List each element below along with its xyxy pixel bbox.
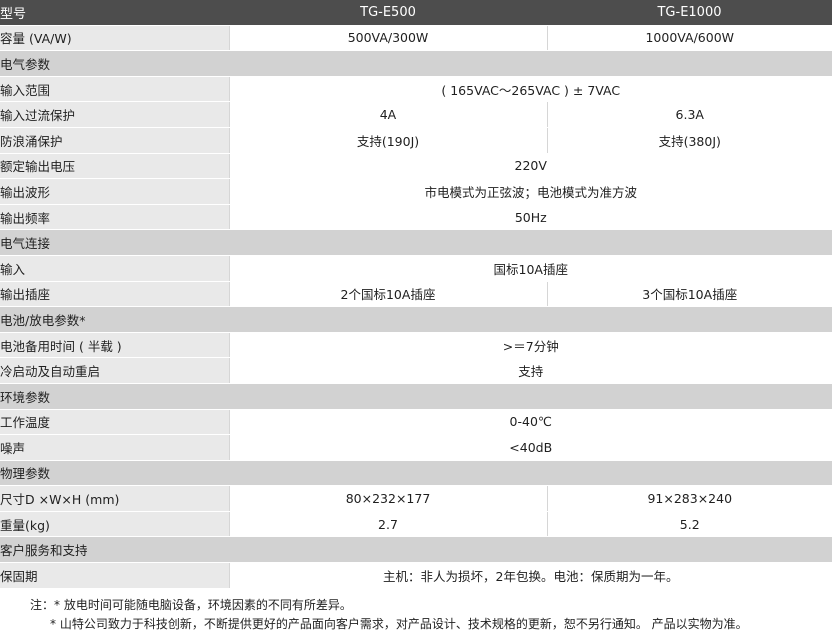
section-title: 客户服务和支持: [0, 536, 832, 564]
row-label: 容量 (VA/W): [0, 25, 229, 52]
row-label: 电池备用时间 ( 半载 ): [0, 332, 229, 359]
section-title: 物理参数: [0, 460, 832, 487]
table-row: 保固期 主机：非人为损坏，2年包换。电池：保质期为一年。: [0, 562, 832, 589]
value-model-b: 1000VA/600W: [546, 25, 832, 52]
value-model-a: 2.7: [228, 511, 547, 538]
model-b-header: TG-E1000: [547, 0, 832, 26]
footnote-line: 注：* 放电时间可能随电脑设备，环境因素的不同有所差异。: [30, 598, 352, 612]
value-model-b: 3个国标10A插座: [546, 281, 832, 308]
row-label: 冷启动及自动重启: [0, 357, 229, 384]
value-shared: >＝7分钟: [228, 332, 832, 359]
row-label: 尺寸D ×W×H (mm): [0, 485, 229, 512]
table-row: 输入 国标10A插座: [0, 255, 832, 282]
table-row: 输入范围 ( 165VAC～265VAC ) ± 7VAC: [0, 76, 832, 103]
row-label: 输入: [0, 255, 229, 282]
model-a-header: TG-E500: [229, 0, 547, 26]
row-label: 重量(kg): [0, 511, 229, 538]
value-model-a: 支持(190J): [228, 127, 547, 154]
section-row: 环境参数: [0, 383, 832, 410]
spec-table: 型号 TG-E500 TG-E1000 容量 (VA/W) 500VA/300W…: [0, 0, 832, 589]
value-shared: 220V: [228, 153, 832, 180]
value-shared: <40dB: [228, 434, 832, 461]
row-label: 工作温度: [0, 409, 229, 436]
value-model-a: 2个国标10A插座: [228, 281, 547, 308]
section-title: 电池/放电参数*: [0, 306, 832, 333]
section-row: 客户服务和支持: [0, 536, 832, 564]
table-row: 输出频率 50Hz: [0, 204, 832, 231]
row-label: 防浪涌保护: [0, 127, 229, 154]
row-label: 输出频率: [0, 204, 229, 231]
value-model-b: 6.3A: [546, 101, 832, 128]
row-label: 输入过流保护: [0, 101, 229, 128]
table-row: 输出插座 2个国标10A插座 3个国标10A插座: [0, 281, 832, 308]
table-row: 重量(kg) 2.7 5.2: [0, 511, 832, 538]
section-row: 电池/放电参数*: [0, 306, 832, 333]
table-row: 输入过流保护 4A 6.3A: [0, 101, 832, 128]
table-row: 尺寸D ×W×H (mm) 80×232×177 91×283×240: [0, 485, 832, 512]
section-row: 电气参数: [0, 50, 832, 77]
section-title: 电气连接: [0, 229, 832, 256]
row-label: 额定输出电压: [0, 153, 229, 180]
row-label: 输入范围: [0, 76, 229, 103]
value-shared: 0-40℃: [228, 409, 832, 436]
table-row: 防浪涌保护 支持(190J) 支持(380J): [0, 127, 832, 154]
value-shared: 50Hz: [228, 204, 832, 231]
footnotes: 注：* 放电时间可能随电脑设备，环境因素的不同有所差异。 * 山特公司致力于科技…: [0, 596, 832, 634]
value-model-b: 支持(380J): [546, 127, 832, 154]
value-shared: 支持: [228, 357, 832, 384]
value-shared: 市电模式为正弦波；电池模式为准方波: [228, 178, 832, 205]
table-header-row: 型号 TG-E500 TG-E1000: [0, 0, 832, 26]
value-model-a: 500VA/300W: [228, 25, 547, 52]
table-row: 工作温度 0-40℃: [0, 409, 832, 436]
header-label: 型号: [0, 0, 229, 26]
value-model-b: 91×283×240: [546, 485, 832, 512]
row-label: 输出插座: [0, 281, 229, 308]
value-model-b: 5.2: [546, 511, 832, 538]
table-row: 容量 (VA/W) 500VA/300W 1000VA/600W: [0, 25, 832, 52]
footnote-line: * 山特公司致力于科技创新，不断提供更好的产品面向客户需求，对产品设计、技术规格…: [50, 617, 748, 631]
value-shared: 主机：非人为损坏，2年包换。电池：保质期为一年。: [228, 562, 832, 589]
section-row: 电气连接: [0, 229, 832, 256]
table-row: 输出波形 市电模式为正弦波；电池模式为准方波: [0, 178, 832, 205]
row-label: 输出波形: [0, 178, 229, 205]
table-row: 冷启动及自动重启 支持: [0, 357, 832, 384]
table-row: 噪声 <40dB: [0, 434, 832, 461]
value-model-a: 4A: [228, 101, 547, 128]
row-label: 噪声: [0, 434, 229, 461]
value-model-a: 80×232×177: [228, 485, 547, 512]
table-row: 额定输出电压 220V: [0, 153, 832, 180]
section-title: 电气参数: [0, 50, 832, 77]
section-title: 环境参数: [0, 383, 832, 410]
section-row: 物理参数: [0, 460, 832, 487]
table-row: 电池备用时间 ( 半载 ) >＝7分钟: [0, 332, 832, 359]
value-shared: ( 165VAC～265VAC ) ± 7VAC: [228, 76, 832, 103]
value-shared: 国标10A插座: [228, 255, 832, 282]
row-label: 保固期: [0, 562, 229, 589]
